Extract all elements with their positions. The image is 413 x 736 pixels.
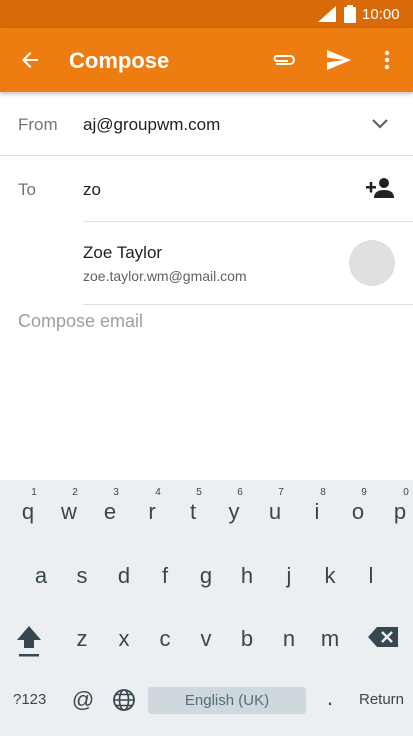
key-e[interactable]: e [90,499,130,525]
shift-icon[interactable] [15,624,43,658]
to-label: To [18,180,36,199]
key-w[interactable]: w [49,499,89,525]
space-key[interactable]: English (UK) [148,687,306,714]
at-key[interactable]: @ [63,687,103,713]
key-x[interactable]: x [104,626,144,652]
key-r[interactable]: r [132,499,172,525]
key-a[interactable]: a [21,563,61,589]
chevron-down-icon[interactable] [371,118,389,130]
key-h[interactable]: h [227,563,267,589]
avatar [349,240,395,286]
key-hint-7: 7 [278,487,284,498]
contact-suggestion[interactable]: Zoe Taylor zoe.taylor.wm@gmail.com [83,222,413,305]
key-k[interactable]: k [310,563,350,589]
key-z[interactable]: z [62,626,102,652]
to-field[interactable]: To zo [0,157,413,221]
key-n[interactable]: n [269,626,309,652]
attachment-icon[interactable] [270,48,298,72]
key-hint-3: 3 [113,487,119,498]
key-m[interactable]: m [310,626,350,652]
key-hint-5: 5 [196,487,202,498]
key-b[interactable]: b [227,626,267,652]
key-f[interactable]: f [145,563,185,589]
key-c[interactable]: c [145,626,185,652]
key-u[interactable]: u [255,499,295,525]
from-field[interactable]: From aj@groupwm.com [0,92,413,156]
app-bar: Compose [0,28,413,92]
key-hint-2: 2 [72,487,78,498]
compose-body-input[interactable]: Compose email [18,311,143,332]
key-hint-6: 6 [237,487,243,498]
key-d[interactable]: d [104,563,144,589]
key-p[interactable]: p [380,499,413,525]
key-hint-8: 8 [320,487,326,498]
page-title: Compose [69,48,170,73]
key-v[interactable]: v [186,626,226,652]
symbols-key[interactable]: ?123 [13,691,46,708]
battery-icon [344,5,356,23]
period-key[interactable]: . [310,685,350,711]
more-vert-icon[interactable] [384,50,390,70]
suggestion-name: Zoe Taylor [83,243,163,262]
return-key[interactable]: Return [359,691,404,708]
globe-icon[interactable] [112,688,136,712]
key-hint-0: 0 [403,487,409,498]
key-hint-9: 9 [361,487,367,498]
status-bar: 10:00 [0,0,413,28]
status-time: 10:00 [362,6,400,23]
key-q[interactable]: q [8,499,48,525]
signal-icon [318,6,336,22]
key-hint-1: 1 [31,487,37,498]
key-l[interactable]: l [351,563,391,589]
key-y[interactable]: y [214,499,254,525]
key-j[interactable]: j [269,563,309,589]
key-t[interactable]: t [173,499,213,525]
back-arrow-icon[interactable] [18,48,42,72]
suggestion-email: zoe.taylor.wm@gmail.com [83,268,247,284]
backspace-icon[interactable] [368,627,398,647]
to-input[interactable]: zo [83,180,101,200]
add-contact-icon[interactable] [366,177,396,199]
key-hint-4: 4 [155,487,161,498]
send-icon[interactable] [326,48,352,72]
key-g[interactable]: g [186,563,226,589]
from-label: From [18,115,58,134]
from-value[interactable]: aj@groupwm.com [83,115,220,135]
key-o[interactable]: o [338,499,378,525]
key-s[interactable]: s [62,563,102,589]
key-i[interactable]: i [297,499,337,525]
keyboard: 1q 2w 3e 4r 5t 6y 7u 8i 9o 0p asdfghjkl zxcvbnm ?… [0,480,413,736]
